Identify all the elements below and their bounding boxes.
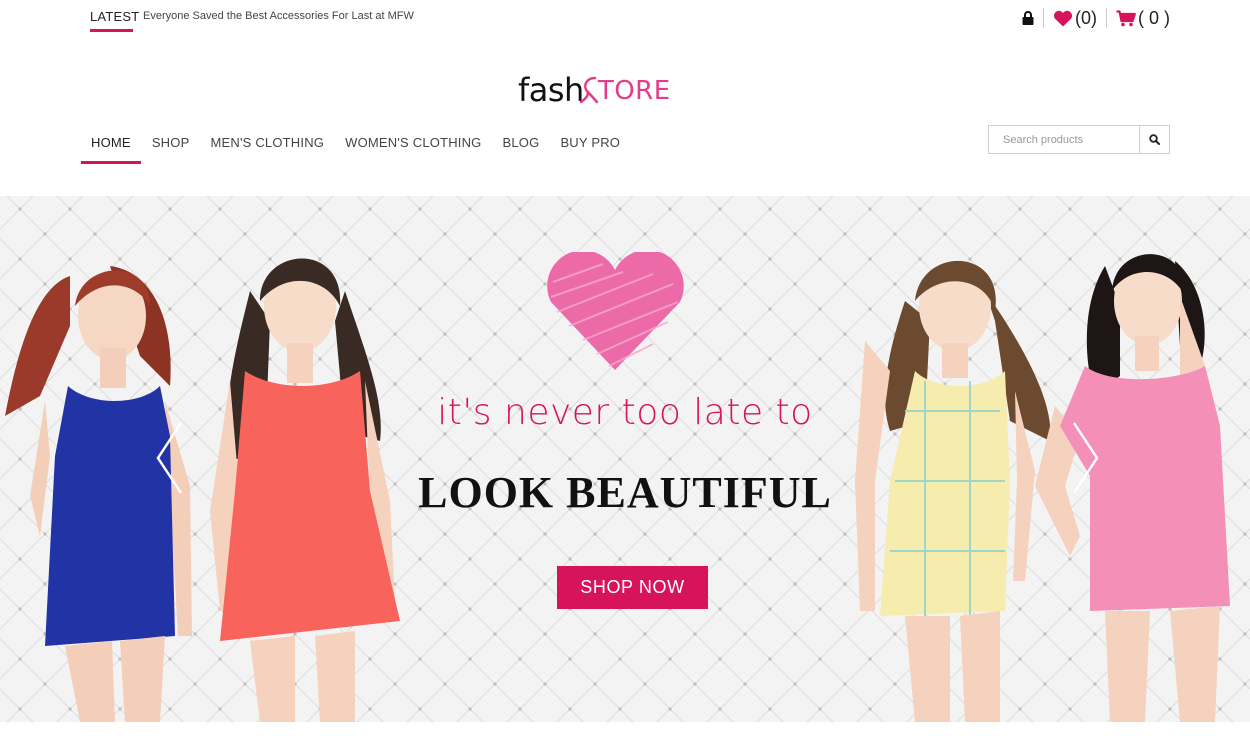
top-bar: LATEST Everyone Saved the Best Accessori… bbox=[0, 0, 1250, 36]
lock-icon[interactable] bbox=[1022, 10, 1034, 26]
model-image-yellow-dress bbox=[855, 260, 1051, 722]
logo-shoe-icon bbox=[579, 76, 599, 104]
chevron-right-icon bbox=[1072, 422, 1099, 494]
latest-label: LATEST bbox=[90, 9, 140, 24]
search-box bbox=[988, 125, 1170, 154]
nav-item-womens-clothing[interactable]: WOMEN'S CLOTHING bbox=[335, 130, 491, 164]
site-logo[interactable]: fash TORE bbox=[518, 68, 671, 108]
shop-now-button[interactable]: SHOP NOW bbox=[557, 566, 708, 609]
logo-text-tore: TORE bbox=[597, 76, 671, 106]
search-button[interactable] bbox=[1139, 126, 1169, 153]
scribble-heart-icon bbox=[547, 252, 684, 370]
hero-slider: it's never too late to LOOK BEAUTIFUL SH… bbox=[0, 196, 1250, 722]
wishlist-count: (0) bbox=[1074, 7, 1097, 28]
slider-next-button[interactable] bbox=[1060, 421, 1110, 495]
wishlist-link[interactable]: (0) bbox=[1053, 8, 1097, 29]
heart-icon bbox=[1053, 10, 1073, 26]
search-input[interactable] bbox=[989, 126, 1139, 153]
nav-item-blog[interactable]: BLOG bbox=[493, 130, 550, 164]
chevron-left-icon bbox=[156, 422, 183, 494]
divider bbox=[1042, 8, 1044, 28]
nav-item-buy-pro[interactable]: BUY PRO bbox=[550, 130, 630, 164]
latest-underline bbox=[90, 29, 133, 32]
divider bbox=[1105, 8, 1107, 28]
model-image-coral-dress bbox=[210, 258, 400, 722]
hero-subtitle: it's never too late to bbox=[437, 392, 813, 433]
account-links: (0) ( 0 ) bbox=[1022, 6, 1170, 30]
latest-news-ticker[interactable]: Everyone Saved the Best Accessories For … bbox=[143, 10, 414, 22]
nav-item-home[interactable]: HOME bbox=[81, 130, 141, 164]
nav-item-mens-clothing[interactable]: MEN'S CLOTHING bbox=[200, 130, 334, 164]
slider-prev-button[interactable] bbox=[145, 421, 195, 495]
hero-title: LOOK BEAUTIFUL bbox=[418, 468, 832, 517]
cart-icon bbox=[1116, 9, 1136, 26]
nav-item-shop[interactable]: SHOP bbox=[142, 130, 200, 164]
logo-text-fash: fash bbox=[518, 71, 584, 109]
cart-count: ( 0 ) bbox=[1137, 7, 1170, 28]
cart-link[interactable]: ( 0 ) bbox=[1116, 8, 1170, 29]
main-nav: HOME SHOP MEN'S CLOTHING WOMEN'S CLOTHIN… bbox=[81, 130, 631, 164]
search-icon bbox=[1149, 134, 1160, 145]
